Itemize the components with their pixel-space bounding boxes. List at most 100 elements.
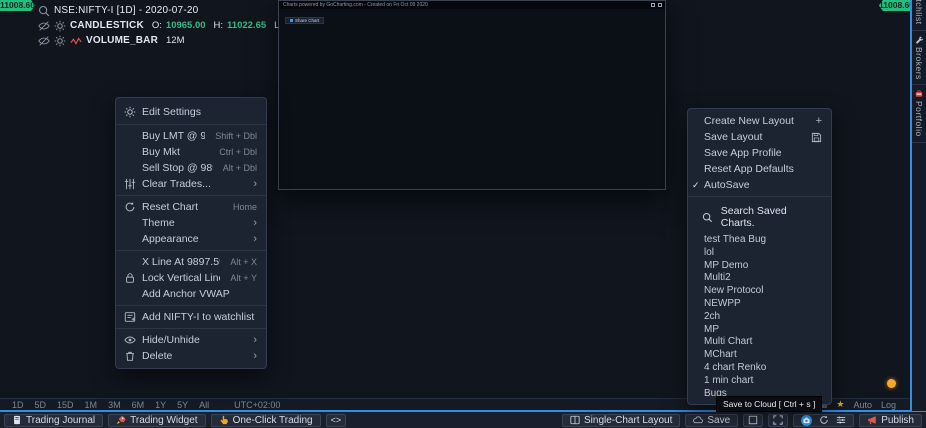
timezone-label[interactable]: UTC+02:00 (234, 400, 280, 410)
timeframe-15d[interactable]: 15D (57, 400, 74, 410)
tab-portfolio-label: Portfolio (914, 101, 924, 137)
trading-widget-button[interactable]: Trading Widget (108, 414, 205, 427)
preview-edit-icon[interactable] (651, 3, 655, 7)
preview-title-text: Charts powered by GoCharting.com - Creat… (283, 2, 428, 8)
saved-chart-item[interactable]: 4 chart Renko (688, 362, 831, 375)
menu-divider (688, 196, 831, 197)
volume-series-icon (70, 35, 82, 47)
saved-chart-item[interactable]: Multi2 (688, 272, 831, 285)
menu-item-create-new-layout[interactable]: Create New Layout + (688, 113, 831, 129)
saved-chart-item[interactable]: 1 min chart (688, 375, 831, 388)
menu-item-clear-trades[interactable]: Clear Trades... › (116, 176, 266, 192)
menu-item-lock-vertical-line[interactable]: Lock Vertical Line Alt + Y (116, 270, 266, 286)
timeframe-5d[interactable]: 5D (35, 400, 47, 410)
scale-log-toggle[interactable]: Log (881, 400, 896, 410)
sliders-icon (124, 178, 142, 190)
tab-watchlist-label: Watchlist (914, 0, 924, 25)
scale-auto-toggle[interactable]: Auto (853, 400, 872, 410)
menu-item-delete[interactable]: Delete › (116, 348, 266, 364)
menu-label: Add Anchor VWAP (142, 288, 257, 300)
hide-series-icon[interactable] (38, 20, 50, 32)
menu-item-save-layout[interactable]: Save Layout (688, 129, 831, 145)
timeframe-3m[interactable]: 3M (108, 400, 121, 410)
chart-share-preview-window[interactable]: Charts powered by GoCharting.com - Creat… (278, 0, 666, 190)
lock-icon (124, 272, 142, 284)
preview-expand-icon[interactable] (658, 3, 662, 7)
menu-item-reset-chart[interactable]: Reset Chart Home (116, 199, 266, 215)
menu-item-add-anchor-vwap[interactable]: Add Anchor VWAP (116, 286, 266, 302)
tab-brokers-label: Brokers (914, 47, 924, 80)
saved-chart-item[interactable]: MChart (688, 349, 831, 362)
menu-item-appearance[interactable]: Appearance › (116, 231, 266, 247)
saved-chart-item[interactable]: MP Demo (688, 260, 831, 273)
favorite-star-icon[interactable]: ★ (836, 399, 844, 410)
saved-chart-item[interactable]: lol (688, 247, 831, 260)
code-snippet-button[interactable]: <> (326, 414, 347, 427)
menu-label: Appearance (142, 233, 243, 245)
volume-settings-icon[interactable] (54, 35, 66, 47)
menu-divider (116, 195, 266, 196)
single-chart-layout-button[interactable]: Single-Chart Layout (562, 414, 680, 427)
series-settings-icon[interactable] (54, 20, 66, 32)
menu-item-add-to-watchlist[interactable]: Add NIFTY-I to watchlist (116, 309, 266, 325)
submenu-arrow-icon: › (253, 334, 257, 346)
menu-label: Delete (142, 350, 243, 362)
capture-tools-group (793, 414, 854, 427)
menu-item-reset-app-defaults[interactable]: Reset App Defaults (688, 161, 831, 177)
timeframe-6m[interactable]: 6M (132, 400, 145, 410)
menu-label: Add NIFTY-I to watchlist (142, 311, 257, 323)
checkmark-icon: ✓ (692, 180, 700, 191)
refresh-icon[interactable] (819, 415, 829, 425)
screenshot-button[interactable] (801, 415, 812, 426)
wrench-icon (915, 36, 923, 44)
menu-shortcut: Home (233, 202, 257, 212)
one-click-trading-button[interactable]: One-Click Trading (211, 414, 321, 427)
hide-volume-icon[interactable] (38, 35, 50, 47)
timeframe-1m[interactable]: 1M (85, 400, 98, 410)
select-region-button[interactable] (743, 414, 763, 427)
notification-dot[interactable] (887, 379, 896, 388)
mini-chart-preview (279, 17, 666, 190)
symbol-title[interactable]: NSE:NIFTY-I [1D] - 2020-07-20 (54, 5, 198, 16)
menu-item-buy-mkt[interactable]: Buy Mkt Ctrl + Dbl (116, 144, 266, 160)
saved-charts-search[interactable]: Search Saved Charts. (688, 200, 831, 234)
timeframe-5y[interactable]: 5Y (177, 400, 188, 410)
ohlc-high-value: 11022.65 (227, 20, 266, 31)
submenu-arrow-icon: › (253, 233, 257, 245)
save-button[interactable]: Save (685, 414, 738, 427)
menu-item-buy-lmt[interactable]: Buy LMT @ 9897.59 Shift + Dbl (116, 128, 266, 144)
symbol-search-icon[interactable] (38, 5, 50, 17)
saved-chart-item[interactable]: Multi Chart (688, 336, 831, 349)
menu-shortcut: Alt + Dbl (223, 163, 257, 173)
saved-chart-item[interactable]: New Protocol (688, 285, 831, 298)
price-badge-last-left: 11008.60 (0, 0, 35, 11)
menu-label: Sell Stop @ 9897.59 (142, 162, 213, 174)
tune-icon[interactable] (836, 415, 846, 425)
watchlist-add-icon (124, 311, 142, 323)
menu-item-edit-settings[interactable]: Edit Settings (116, 102, 266, 121)
menu-item-save-app-profile[interactable]: Save App Profile (688, 145, 831, 161)
saved-chart-item[interactable]: 2ch (688, 311, 831, 324)
saved-chart-item[interactable]: MP (688, 324, 831, 337)
submenu-arrow-icon: › (253, 178, 257, 190)
timeframe-1y[interactable]: 1Y (155, 400, 166, 410)
ohlc-open-key: O: (152, 20, 162, 31)
app-root: { "legend": { "symbol_title": "NSE:NIFTY… (0, 0, 926, 428)
tab-watchlist[interactable]: Watchlist (912, 0, 926, 31)
menu-item-x-line[interactable]: X Line At 9897.59 Alt + X (116, 254, 266, 270)
timeframe-all[interactable]: All (199, 400, 209, 410)
menu-item-theme[interactable]: Theme › (116, 215, 266, 231)
saved-chart-item[interactable]: test Thea Bug (688, 234, 831, 247)
ohlc-open-value: 10965.00 (166, 20, 206, 31)
menu-item-hide-unhide[interactable]: Hide/Unhide › (116, 332, 266, 348)
trading-journal-button[interactable]: Trading Journal (4, 414, 103, 427)
save-disk-icon (811, 132, 822, 143)
tab-portfolio[interactable]: Portfolio (912, 85, 926, 143)
publish-button[interactable]: Publish (859, 414, 922, 427)
timeframe-1d[interactable]: 1D (12, 400, 24, 410)
menu-item-autosave[interactable]: ✓ AutoSave (688, 177, 831, 193)
menu-item-sell-stop[interactable]: Sell Stop @ 9897.59 Alt + Dbl (116, 160, 266, 176)
fullscreen-button[interactable] (768, 414, 788, 427)
tab-brokers[interactable]: Brokers (912, 31, 926, 86)
saved-chart-item[interactable]: NEWPP (688, 298, 831, 311)
